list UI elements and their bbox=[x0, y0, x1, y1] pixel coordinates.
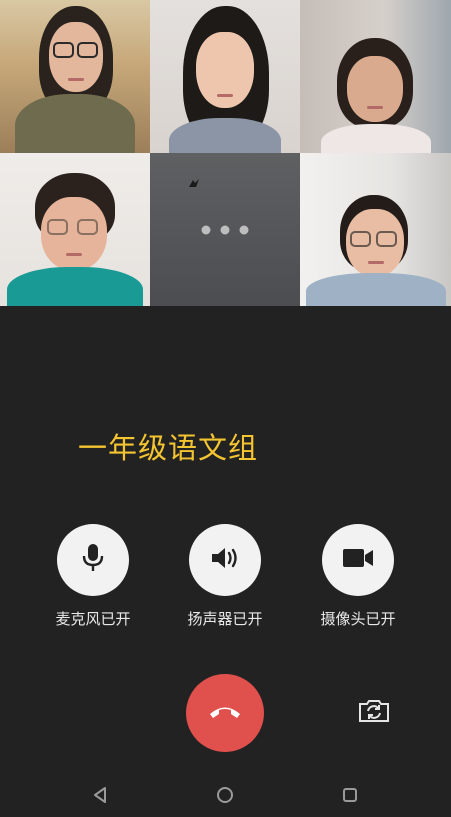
home-button[interactable] bbox=[215, 787, 235, 807]
mic-label: 麦克风已开 bbox=[55, 610, 131, 628]
connecting-indicator bbox=[201, 225, 249, 234]
speaker-label: 扬声器已开 bbox=[187, 610, 263, 628]
camera-button[interactable] bbox=[322, 524, 394, 596]
video-tile-5[interactable] bbox=[150, 153, 300, 306]
video-camera-icon bbox=[342, 547, 374, 573]
phone-hangup-icon bbox=[207, 701, 243, 725]
video-tile-6[interactable] bbox=[300, 153, 451, 306]
home-circle-icon bbox=[216, 786, 234, 808]
video-tile-2[interactable] bbox=[150, 0, 300, 153]
video-tile-1[interactable] bbox=[0, 0, 150, 153]
video-grid bbox=[0, 0, 451, 306]
recent-apps-button[interactable] bbox=[340, 787, 360, 807]
bookmark-icon bbox=[187, 177, 201, 195]
recent-square-icon bbox=[342, 787, 358, 807]
hangup-button[interactable] bbox=[186, 674, 264, 752]
camera-label: 摄像头已开 bbox=[320, 610, 396, 628]
camera-control: 摄像头已开 bbox=[298, 524, 418, 629]
speaker-button[interactable] bbox=[189, 524, 261, 596]
system-nav-bar bbox=[0, 775, 451, 817]
video-tile-3[interactable] bbox=[300, 0, 451, 153]
switch-camera-icon bbox=[357, 698, 391, 728]
mic-button[interactable] bbox=[57, 524, 129, 596]
back-button[interactable] bbox=[90, 787, 110, 807]
participant-video bbox=[320, 38, 431, 153]
microphone-icon bbox=[81, 543, 105, 577]
participant-video bbox=[15, 6, 135, 153]
group-title: 一年级语文组 bbox=[78, 431, 259, 465]
speaker-control: 扬声器已开 bbox=[165, 524, 285, 629]
participant-video bbox=[163, 6, 287, 153]
back-triangle-icon bbox=[92, 786, 108, 808]
participant-video bbox=[305, 195, 446, 306]
speaker-icon bbox=[210, 545, 240, 575]
switch-camera-button[interactable] bbox=[356, 699, 392, 727]
mic-control: 麦克风已开 bbox=[33, 524, 153, 629]
video-tile-4[interactable] bbox=[0, 153, 150, 306]
participant-video bbox=[7, 173, 143, 306]
